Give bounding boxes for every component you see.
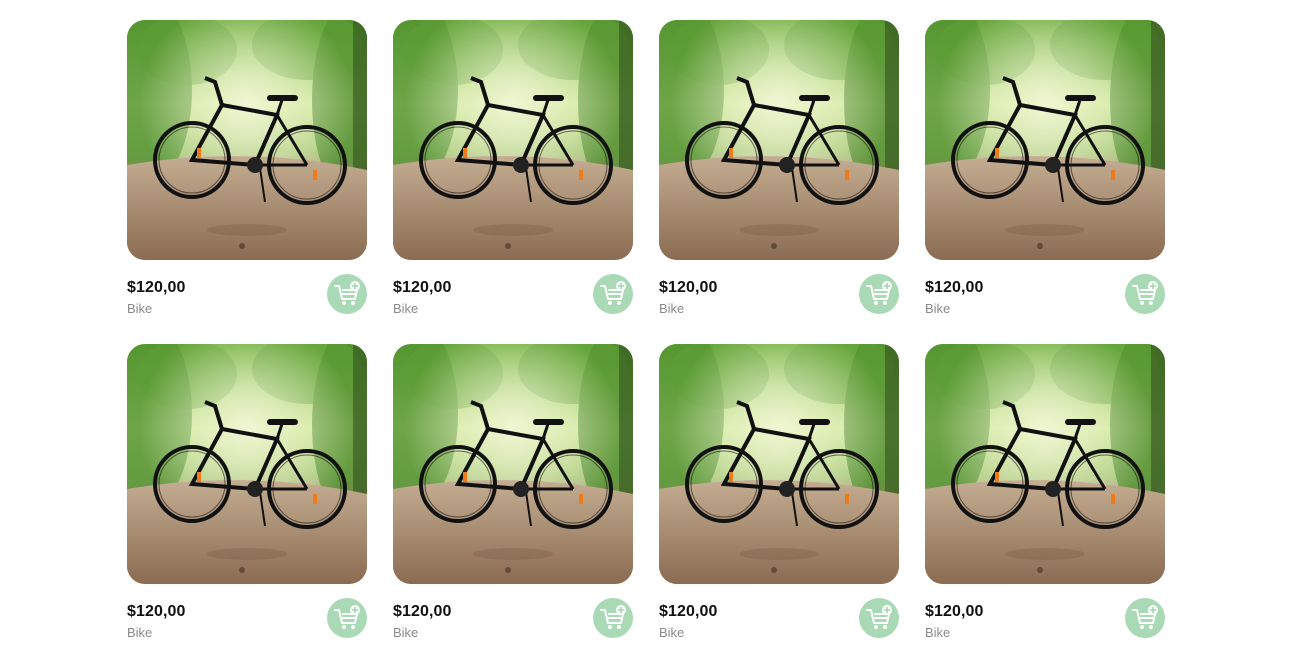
bike-photo — [659, 344, 899, 584]
product-image[interactable] — [659, 20, 899, 260]
add-to-cart-button[interactable] — [327, 598, 367, 638]
product-name: Bike — [659, 301, 685, 316]
add-to-cart-button[interactable] — [593, 598, 633, 638]
add-to-cart-button[interactable] — [859, 274, 899, 314]
add-to-cart-icon — [334, 605, 360, 629]
product-name: Bike — [393, 301, 419, 316]
product-info: $120,00 Bike — [393, 584, 633, 640]
add-to-cart-icon — [600, 281, 626, 305]
bike-photo — [127, 20, 367, 260]
bike-photo — [925, 344, 1165, 584]
product-card[interactable]: $120,00 Bike — [659, 344, 899, 640]
product-info: $120,00 Bike — [659, 584, 899, 640]
product-name: Bike — [659, 625, 685, 640]
bike-photo — [659, 20, 899, 260]
bike-photo — [127, 344, 367, 584]
product-price: $120,00 — [127, 279, 186, 296]
product-price: $120,00 — [659, 603, 718, 620]
product-card[interactable]: $120,00 Bike — [659, 20, 899, 316]
product-card[interactable]: $120,00 Bike — [393, 20, 633, 316]
product-card[interactable]: $120,00 Bike — [393, 344, 633, 640]
product-info: $120,00 Bike — [393, 260, 633, 316]
product-grid: $120,00 Bike $120,00 Bike $120,00 Bike $… — [127, 20, 1165, 640]
product-price: $120,00 — [925, 279, 984, 296]
product-image[interactable] — [127, 344, 367, 584]
product-name: Bike — [925, 625, 951, 640]
product-info: $120,00 Bike — [659, 260, 899, 316]
add-to-cart-icon — [1132, 605, 1158, 629]
add-to-cart-button[interactable] — [859, 598, 899, 638]
product-image[interactable] — [393, 344, 633, 584]
product-price: $120,00 — [393, 603, 452, 620]
product-name: Bike — [925, 301, 951, 316]
bike-photo — [393, 344, 633, 584]
bike-photo — [925, 20, 1165, 260]
add-to-cart-button[interactable] — [593, 274, 633, 314]
bike-photo — [393, 20, 633, 260]
product-name: Bike — [393, 625, 419, 640]
add-to-cart-icon — [334, 281, 360, 305]
product-image[interactable] — [393, 20, 633, 260]
product-name: Bike — [127, 625, 153, 640]
product-card[interactable]: $120,00 Bike — [925, 344, 1165, 640]
product-info: $120,00 Bike — [925, 584, 1165, 640]
product-name: Bike — [127, 301, 153, 316]
product-info: $120,00 Bike — [925, 260, 1165, 316]
product-price: $120,00 — [925, 603, 984, 620]
product-price: $120,00 — [659, 279, 718, 296]
product-image[interactable] — [659, 344, 899, 584]
product-image[interactable] — [127, 20, 367, 260]
product-price: $120,00 — [393, 279, 452, 296]
add-to-cart-button[interactable] — [327, 274, 367, 314]
product-price: $120,00 — [127, 603, 186, 620]
add-to-cart-icon — [866, 281, 892, 305]
product-card[interactable]: $120,00 Bike — [127, 20, 367, 316]
add-to-cart-button[interactable] — [1125, 274, 1165, 314]
add-to-cart-button[interactable] — [1125, 598, 1165, 638]
add-to-cart-icon — [866, 605, 892, 629]
product-image[interactable] — [925, 20, 1165, 260]
add-to-cart-icon — [1132, 281, 1158, 305]
product-info: $120,00 Bike — [127, 584, 367, 640]
add-to-cart-icon — [600, 605, 626, 629]
product-card[interactable]: $120,00 Bike — [127, 344, 367, 640]
product-image[interactable] — [925, 344, 1165, 584]
product-info: $120,00 Bike — [127, 260, 367, 316]
product-card[interactable]: $120,00 Bike — [925, 20, 1165, 316]
